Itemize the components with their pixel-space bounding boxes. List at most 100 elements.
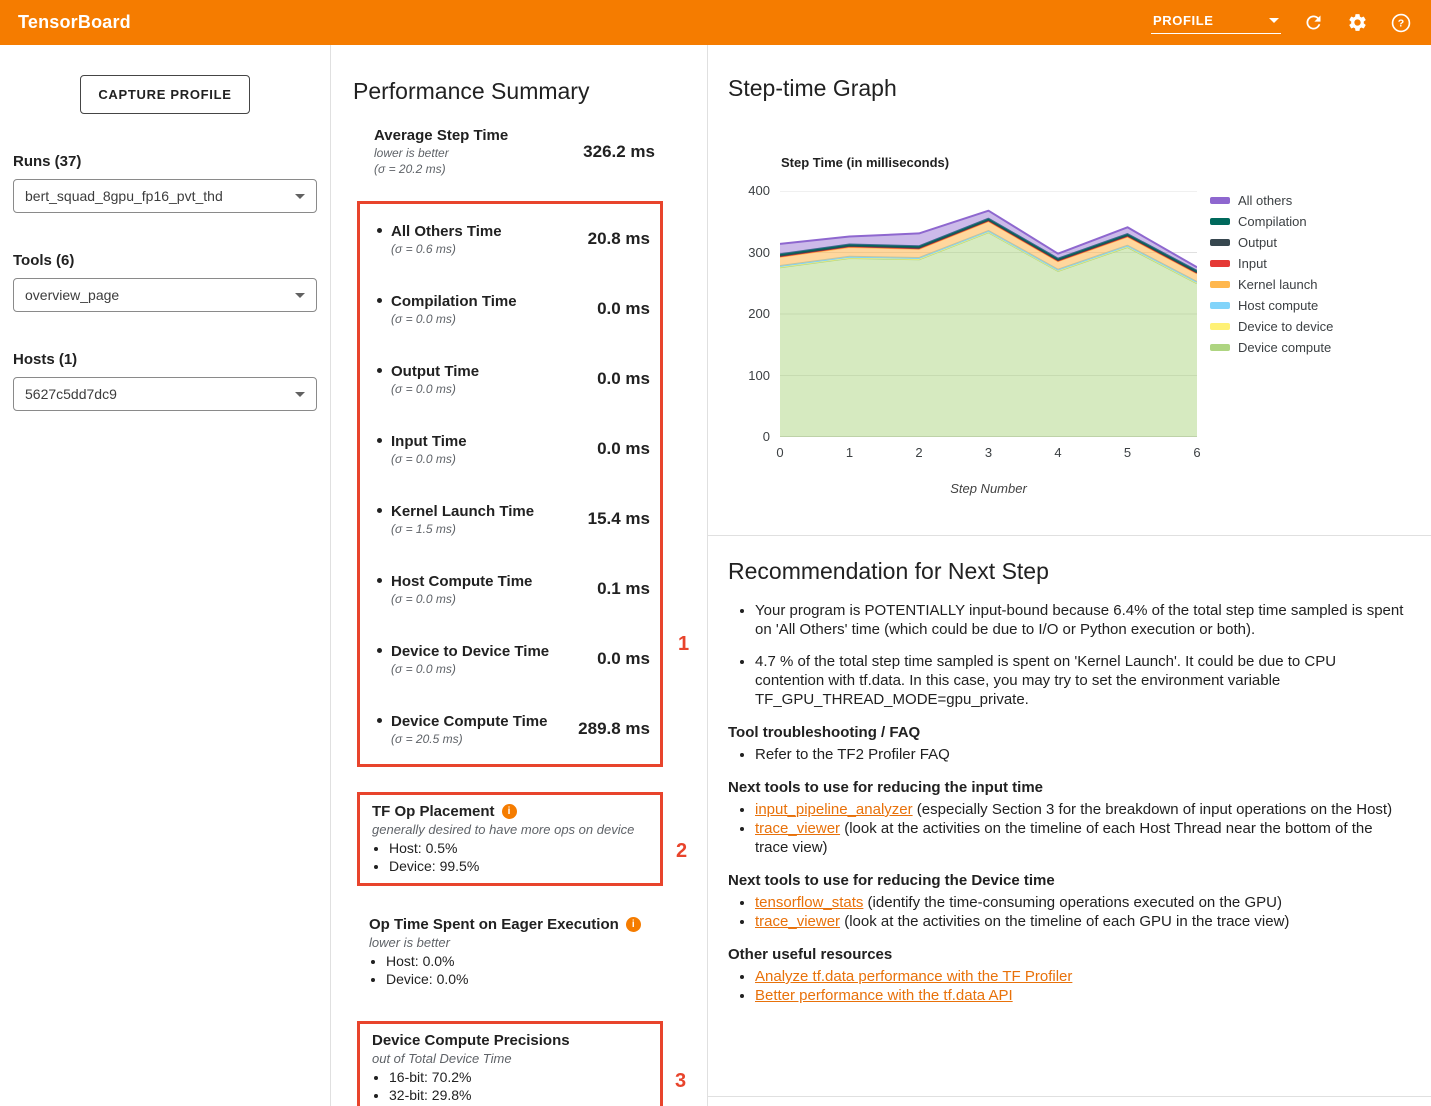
metric-text: Device to Device Time(σ = 0.0 ms) <box>391 643 549 676</box>
metric-label: Compilation Time <box>391 293 517 310</box>
app-header: TensorBoard PROFILE ? <box>0 0 1431 45</box>
tf-op-placement-box: TF Op Placement i generally desired to h… <box>357 792 663 886</box>
metric-sigma: (σ = 0.0 ms) <box>391 662 549 676</box>
tf-op-placement-title: TF Op Placement <box>372 803 495 820</box>
link-input-pipeline-analyzer[interactable]: input_pipeline_analyzer <box>755 801 913 818</box>
list-item: 32-bit: 29.8% <box>389 1086 648 1104</box>
metric-label: All Others Time <box>391 223 502 240</box>
recommendation-bullets: Your program is POTENTIALLY input-bound … <box>728 601 1409 709</box>
annotation-2: 2 <box>676 840 687 863</box>
recommendation-bullet: 4.7 % of the total step time sampled is … <box>755 652 1409 709</box>
bullet-dot <box>377 298 382 303</box>
tools-label: Tools (6) <box>13 252 317 269</box>
link-analyze-tf-data-performance-with-the-tf-profiler[interactable]: Analyze tf.data performance with the TF … <box>755 968 1072 985</box>
metric-text: Host Compute Time(σ = 0.0 ms) <box>391 573 532 606</box>
sidebar: CAPTURE PROFILE Runs (37) bert_squad_8gp… <box>0 45 330 1106</box>
link-trace-viewer[interactable]: trace_viewer <box>755 913 840 930</box>
section-list: input_pipeline_analyzer (especially Sect… <box>728 800 1409 857</box>
metric-row-compilation-time: Compilation Time(σ = 0.0 ms)0.0 ms <box>360 274 660 344</box>
metric-value: 0.1 ms <box>597 579 650 599</box>
link-trace-viewer[interactable]: trace_viewer <box>755 820 840 837</box>
hosts-group: Hosts (1) 5627c5dd7dc9 <box>13 351 317 411</box>
right-column: Step-time Graph Step Time (in millisecon… <box>708 45 1431 1106</box>
y-tick-label: 400 <box>736 183 770 198</box>
legend-label: Host compute <box>1238 298 1318 313</box>
step-time-graph-title: Step-time Graph <box>728 75 897 102</box>
tools-select[interactable]: overview_page <box>13 278 317 312</box>
metric-row-device-compute-time: Device Compute Time(σ = 20.5 ms)289.8 ms <box>360 694 660 764</box>
hosts-select[interactable]: 5627c5dd7dc9 <box>13 377 317 411</box>
bullet-dot <box>377 228 382 233</box>
info-icon[interactable]: i <box>502 804 517 819</box>
legend-label: Output <box>1238 235 1277 250</box>
precisions-list: 16-bit: 70.2%32-bit: 29.8% <box>372 1068 648 1104</box>
link-tensorflow-stats[interactable]: tensorflow_stats <box>755 894 863 911</box>
bullet-dot <box>377 648 382 653</box>
average-step-time-text: Average Step Time lower is better (σ = 2… <box>374 127 508 176</box>
reload-icon[interactable] <box>1301 11 1325 35</box>
metric-sigma: (σ = 0.6 ms) <box>391 242 502 256</box>
tools-select-value: overview_page <box>25 287 119 303</box>
eager-note: lower is better <box>369 935 695 950</box>
metric-text: Input Time(σ = 0.0 ms) <box>391 433 467 466</box>
runs-select-value: bert_squad_8gpu_fp16_pvt_thd <box>25 188 223 204</box>
x-tick-label: 4 <box>1043 445 1073 460</box>
legend-swatch <box>1210 239 1230 246</box>
metric-value: 0.0 ms <box>597 649 650 669</box>
metric-value: 0.0 ms <box>597 439 650 459</box>
tools-group: Tools (6) overview_page <box>13 252 317 312</box>
metric-sigma: (σ = 20.2 ms) <box>374 162 508 176</box>
legend-item-input: Input <box>1210 253 1333 274</box>
chart-legend: All othersCompilationOutputInputKernel l… <box>1210 190 1333 358</box>
bullet-dot <box>377 438 382 443</box>
metric-label: Average Step Time <box>374 127 508 144</box>
step-time-graph-panel: Step-time Graph Step Time (in millisecon… <box>708 45 1431 536</box>
capture-profile-button[interactable]: CAPTURE PROFILE <box>80 75 249 114</box>
metric-label: Input Time <box>391 433 467 450</box>
runs-select[interactable]: bert_squad_8gpu_fp16_pvt_thd <box>13 179 317 213</box>
metric-label: Output Time <box>391 363 479 380</box>
tf-op-placement-title-row: TF Op Placement i <box>372 803 648 820</box>
chevron-down-icon <box>295 293 305 298</box>
app-body: CAPTURE PROFILE Runs (37) bert_squad_8gp… <box>0 45 1431 1106</box>
y-tick-label: 100 <box>736 368 770 383</box>
step-time-chart[interactable] <box>780 191 1197 437</box>
chevron-down-icon <box>295 194 305 199</box>
metric-row-device-to-device-time: Device to Device Time(σ = 0.0 ms) 0.0 ms <box>360 624 660 694</box>
eager-title-row: Op Time Spent on Eager Execution i <box>369 916 695 933</box>
metric-text: Output Time (σ = 0.0 ms) <box>391 363 479 396</box>
chevron-down-icon <box>1269 18 1279 23</box>
settings-gear-icon[interactable] <box>1345 11 1369 35</box>
hosts-select-value: 5627c5dd7dc9 <box>25 386 117 402</box>
link-better-performance-with-the-tf-data-api[interactable]: Better performance with the tf.data API <box>755 987 1013 1004</box>
dashboard-select[interactable]: PROFILE <box>1151 11 1281 34</box>
precisions-note: out of Total Device Time <box>372 1051 648 1066</box>
step-time-breakdown-box: All Others Time(σ = 0.6 ms)20.8 msCompil… <box>357 201 663 767</box>
chart-title: Step Time (in milliseconds) <box>781 155 949 170</box>
list-item: Device: 0.0% <box>386 970 695 988</box>
metric-sigma: (σ = 0.0 ms) <box>391 312 517 326</box>
header-actions: PROFILE ? <box>1151 11 1413 35</box>
metric-sigma: (σ = 0.0 ms) <box>391 382 479 396</box>
metric-row-output-time: Output Time(σ = 0.0 ms)0.0 ms <box>360 344 660 414</box>
bullet-dot <box>377 368 382 373</box>
recommendation-title: Recommendation for Next Step <box>728 558 1409 585</box>
x-tick-label: 0 <box>765 445 795 460</box>
section-list-item: input_pipeline_analyzer (especially Sect… <box>755 800 1409 819</box>
x-tick-label: 6 <box>1182 445 1212 460</box>
legend-label: Device compute <box>1238 340 1331 355</box>
hosts-label: Hosts (1) <box>13 351 317 368</box>
metric-text: Device Compute Time(σ = 20.5 ms) <box>391 713 547 746</box>
info-icon[interactable]: i <box>626 917 641 932</box>
metric-text: All Others Time (σ = 0.6 ms) <box>391 223 502 256</box>
section-list-item: trace_viewer (look at the activities on … <box>755 819 1409 857</box>
legend-label: Kernel launch <box>1238 277 1318 292</box>
section-list: tensorflow_stats (identify the time-cons… <box>728 893 1409 931</box>
metric-row-input-time: Input Time(σ = 0.0 ms) 0.0 ms <box>360 414 660 484</box>
list-item: Device: 99.5% <box>389 857 648 875</box>
precisions-title-row: Device Compute Precisions <box>372 1032 648 1049</box>
y-tick-label: 300 <box>736 245 770 260</box>
section-list: Refer to the TF2 Profiler FAQ <box>728 745 1409 764</box>
metric-sigma: (σ = 20.5 ms) <box>391 732 547 746</box>
help-icon[interactable]: ? <box>1389 11 1413 35</box>
